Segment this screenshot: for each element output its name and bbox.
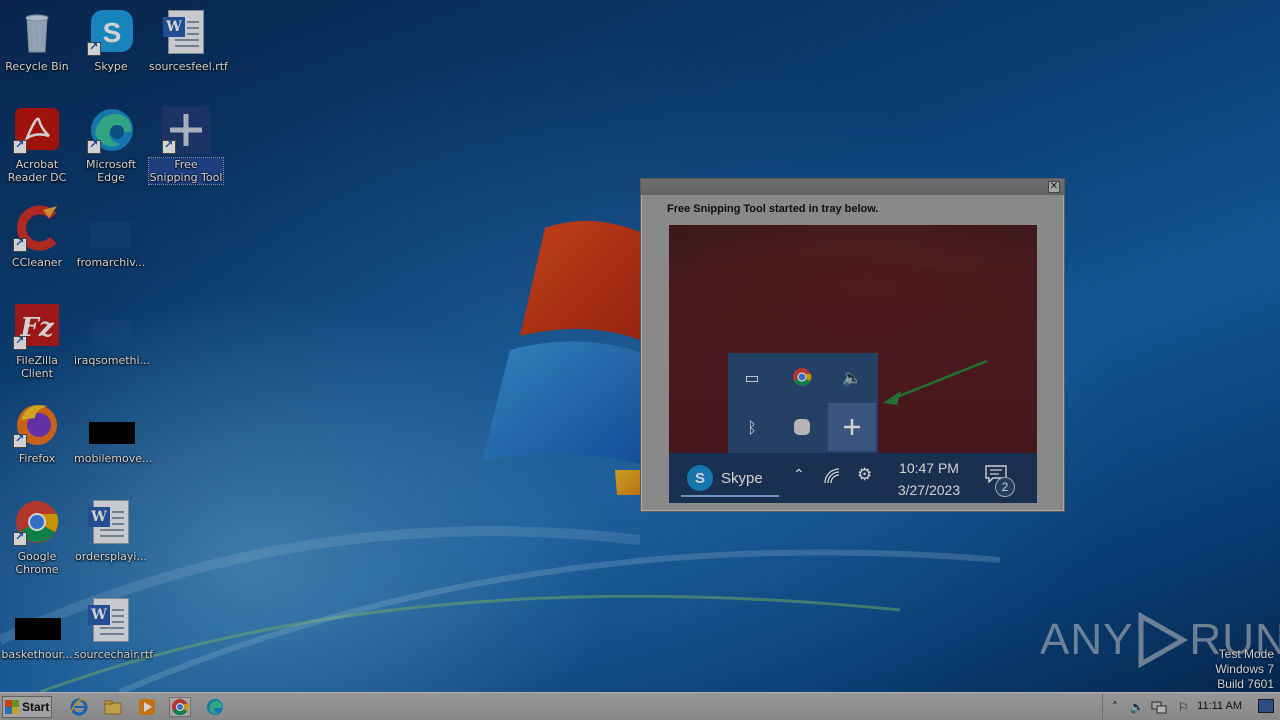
- system-tray: ˄ 🔈 ⚐ 11:11 AM: [1102, 693, 1280, 720]
- file-icon: [13, 596, 61, 644]
- test-mode-notice: Test Mode Windows 7 Build 7601: [1215, 647, 1274, 692]
- desktop-icon-sourcechair[interactable]: W sourcechair.rtf: [74, 596, 153, 661]
- file-icon: [87, 204, 135, 252]
- skype-taskbar-item: S Skype: [681, 461, 779, 497]
- snipping-tool-popup: ✕ Free Snipping Tool started in tray bel…: [640, 178, 1065, 512]
- show-hidden-icons-chevron-icon[interactable]: ˄: [1107, 699, 1123, 715]
- recycle-bin-icon: [13, 8, 61, 56]
- skype-label: Skype: [721, 469, 763, 487]
- action-center-flag-icon[interactable]: ⚐: [1175, 699, 1191, 715]
- shortcut-arrow-icon: [162, 138, 176, 154]
- shortcut-arrow-icon: [87, 40, 101, 56]
- skype-icon: S: [87, 8, 135, 56]
- gear-icon: ⚙: [857, 465, 873, 485]
- desktop-icon-sourcesfeel[interactable]: W sourcesfeel.rtf: [149, 8, 228, 73]
- windows-version-line: Windows 7: [1215, 662, 1274, 676]
- file-explorer-icon[interactable]: [102, 697, 124, 717]
- free-snipping-tool-icon: [162, 106, 210, 154]
- word-document-icon: W: [87, 596, 135, 644]
- notification-count-badge: 2: [995, 477, 1015, 497]
- popup-titlebar[interactable]: ✕: [641, 179, 1064, 195]
- shortcut-arrow-icon: [13, 432, 27, 448]
- desktop-icon-mobilemove[interactable]: mobilemove...: [74, 400, 153, 465]
- build-line: Build 7601: [1217, 677, 1274, 691]
- chrome-taskbar-icon[interactable]: [169, 697, 191, 717]
- desktop-icon-baskethour[interactable]: baskethour...: [0, 596, 74, 661]
- popup-message: Free Snipping Tool started in tray below…: [667, 203, 879, 215]
- filezilla-icon: Fz: [13, 302, 61, 350]
- desktop-icon-iraqsomethi[interactable]: iraqsomethi...: [74, 302, 150, 367]
- media-player-icon[interactable]: [136, 697, 158, 717]
- file-icon: [87, 302, 135, 350]
- watermark-text-a: ANY: [1040, 615, 1134, 664]
- bluetooth-icon: ᛒ: [747, 417, 757, 437]
- network-icon: [823, 467, 841, 489]
- desktop-icon-ccleaner[interactable]: CCleaner: [0, 204, 74, 269]
- tray-overflow-panel: ▭ 🔈 ᛒ: [728, 353, 878, 453]
- app-tray-icon: [778, 403, 826, 451]
- test-mode-line: Test Mode: [1218, 647, 1274, 661]
- network-icon[interactable]: [1151, 699, 1167, 715]
- acrobat-reader-icon: [13, 106, 61, 154]
- show-desktop-button[interactable]: [1258, 699, 1274, 713]
- screenshot-taskbar: S Skype ⌃ ⚙ 10:47 PM 3/27/2023 2: [669, 453, 1037, 503]
- desktop-icon-filezilla[interactable]: Fz FileZilla Client: [0, 302, 74, 380]
- desktop-icon-acrobat[interactable]: Acrobat Reader DC: [0, 106, 74, 184]
- desktop-icon-edge[interactable]: Microsoft Edge: [74, 106, 148, 184]
- firefox-icon: [13, 400, 61, 448]
- chrome-icon: [13, 498, 61, 546]
- taskbar-clock[interactable]: 11:11 AM: [1197, 700, 1242, 712]
- desktop-icon-fromarchiv[interactable]: fromarchiv...: [74, 204, 148, 269]
- battery-icon: ▭: [744, 367, 760, 387]
- desktop-icon-recycle-bin[interactable]: Recycle Bin: [0, 8, 74, 73]
- screenshot-date: 3/27/2023: [897, 482, 961, 498]
- file-icon: [87, 400, 135, 448]
- chevron-up-icon: ⌃: [793, 467, 805, 483]
- screenshot-time: 10:47 PM: [899, 460, 959, 476]
- ccleaner-icon: [13, 204, 61, 252]
- word-document-icon: W: [162, 8, 210, 56]
- desktop-icon-ordersplayi[interactable]: W ordersplayi...: [74, 498, 148, 563]
- desktop-icon-skype[interactable]: S Skype: [74, 8, 148, 73]
- internet-explorer-icon[interactable]: [68, 697, 90, 717]
- volume-icon: 🔈: [842, 367, 862, 387]
- skype-icon: S: [687, 465, 713, 491]
- close-button[interactable]: ✕: [1048, 181, 1060, 193]
- shortcut-arrow-icon: [13, 334, 27, 350]
- chrome-icon: [778, 353, 826, 401]
- desktop-icon-chrome[interactable]: Google Chrome: [0, 498, 74, 576]
- taskbar: Start ˄ 🔈 ⚐ 11:11 AM: [0, 692, 1280, 720]
- play-triangle-icon: [1138, 611, 1189, 669]
- free-snipping-tool-tray-icon: [828, 403, 876, 451]
- desktop-icon-firefox[interactable]: Firefox: [0, 400, 74, 465]
- edge-icon: [87, 106, 135, 154]
- word-document-icon: W: [87, 498, 135, 546]
- shortcut-arrow-icon: [13, 236, 27, 252]
- desktop-icon-free-snipping-tool[interactable]: Free Snipping Tool: [148, 106, 224, 185]
- windows-logo-icon: [5, 700, 19, 714]
- volume-icon[interactable]: 🔈: [1129, 699, 1145, 715]
- screenshot-clock: 10:47 PM 3/27/2023: [889, 457, 969, 501]
- start-label: Start: [22, 700, 50, 714]
- svg-text:S: S: [103, 17, 122, 48]
- shortcut-arrow-icon: [87, 138, 101, 154]
- shortcut-arrow-icon: [13, 530, 27, 546]
- start-button[interactable]: Start: [2, 696, 52, 718]
- tray-screenshot-image: ▭ 🔈 ᛒ S Skype ⌃ ⚙ 10:47 PM 3/27/2023 2: [669, 225, 1037, 503]
- edge-taskbar-icon[interactable]: [204, 697, 226, 717]
- shortcut-arrow-icon: [13, 138, 27, 154]
